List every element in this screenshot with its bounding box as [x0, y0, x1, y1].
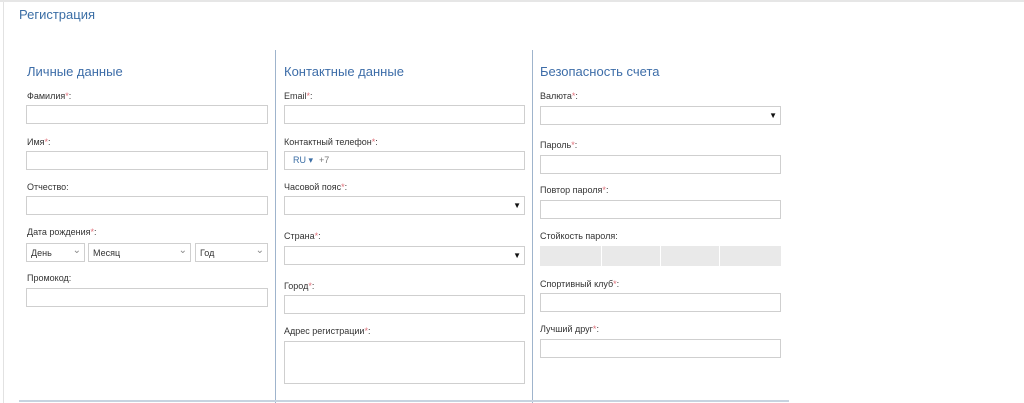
birth-day-value: День — [31, 248, 52, 258]
email-label: Email*: — [284, 91, 313, 101]
sport-club-label: Спортивный клуб*: — [540, 279, 620, 289]
left-rule — [3, 2, 4, 403]
password-label: Пароль*: — [540, 140, 578, 150]
phone-code: +7 — [319, 155, 330, 165]
birth-month-select[interactable]: Месяц ⌄ — [88, 243, 191, 262]
contact-section-title: Контактные данные — [284, 64, 404, 79]
strength-segment-3 — [661, 246, 719, 266]
top-border — [0, 0, 1024, 2]
page-title: Регистрация — [19, 7, 95, 22]
password-input[interactable] — [540, 155, 781, 174]
dropdown-arrow-icon: ▼ — [513, 251, 521, 260]
dropdown-arrow-icon: ▼ — [769, 111, 777, 120]
city-input[interactable] — [284, 295, 525, 314]
city-label: Город*: — [284, 281, 315, 291]
strength-segment-4 — [720, 246, 781, 266]
currency-select[interactable]: ▼ — [540, 106, 781, 125]
phone-input[interactable]: RU ▾ +7 — [284, 151, 525, 170]
promo-label: Промокод: — [27, 273, 72, 283]
timezone-label: Часовой пояс*: — [284, 182, 348, 192]
country-label: Страна*: — [284, 231, 321, 241]
email-input[interactable] — [284, 105, 525, 124]
personal-section-title: Личные данные — [27, 64, 123, 79]
sport-club-input[interactable] — [540, 293, 781, 312]
address-label: Адрес регистрации*: — [284, 326, 371, 336]
column-divider-2 — [532, 50, 533, 403]
strength-segment-2 — [602, 246, 660, 266]
column-divider-1 — [275, 50, 276, 403]
country-select[interactable]: ▼ — [284, 246, 525, 265]
best-friend-label: Лучший друг*: — [540, 324, 599, 334]
chevron-down-icon: ⌄ — [72, 245, 81, 256]
chevron-down-icon: ⌄ — [255, 245, 264, 256]
chevron-down-icon: ⌄ — [178, 245, 187, 256]
address-textarea[interactable] — [284, 341, 525, 384]
password-repeat-input[interactable] — [540, 200, 781, 219]
currency-label: Валюта*: — [540, 91, 578, 101]
form-bottom-line — [19, 400, 789, 402]
timezone-select[interactable]: ▼ — [284, 196, 525, 215]
password-repeat-label: Повтор пароля*: — [540, 185, 609, 195]
birth-month-value: Месяц — [93, 248, 121, 258]
phone-label: Контактный телефон*: — [284, 137, 378, 147]
first-name-input[interactable] — [26, 151, 268, 170]
security-section-title: Безопасность счета — [540, 64, 660, 79]
birth-year-value: Год — [200, 248, 215, 258]
first-name-label: Имя*: — [27, 137, 51, 147]
password-strength-label: Стойкость пароля: — [540, 231, 618, 241]
birth-year-select[interactable]: Год ⌄ — [195, 243, 268, 262]
birth-day-select[interactable]: День ⌄ — [26, 243, 85, 262]
dropdown-arrow-icon: ▼ — [513, 201, 521, 210]
promo-input[interactable] — [26, 288, 268, 307]
phone-country-select[interactable]: RU ▾ — [293, 155, 313, 166]
last-name-label: Фамилия*: — [27, 91, 72, 101]
strength-segment-1 — [540, 246, 601, 266]
patronymic-label: Отчество: — [27, 182, 69, 192]
last-name-input[interactable] — [26, 105, 268, 124]
birth-date-label: Дата рождения*: — [27, 227, 97, 237]
patronymic-input[interactable] — [26, 196, 268, 215]
best-friend-input[interactable] — [540, 339, 781, 358]
